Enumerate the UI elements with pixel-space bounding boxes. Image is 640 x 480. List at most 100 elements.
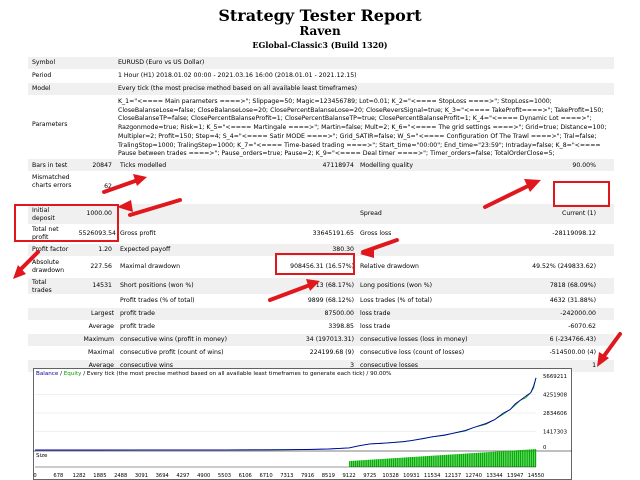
x-tick-label: 13947 xyxy=(507,473,524,479)
x-tick-label: 1885 xyxy=(93,473,106,479)
size-label: Size xyxy=(36,453,48,459)
size-bar xyxy=(424,456,427,467)
size-bar xyxy=(352,460,355,467)
size-bar xyxy=(498,451,501,467)
x-tick-label: 12137 xyxy=(445,473,462,479)
arrow-deposit-head xyxy=(117,200,133,212)
size-bar xyxy=(411,456,414,467)
size-bar xyxy=(515,450,518,467)
x-tick-label: 4297 xyxy=(176,473,189,479)
arrow-deposit-line xyxy=(128,198,182,217)
size-bar xyxy=(485,452,487,467)
size-bar xyxy=(472,453,474,467)
size-bar xyxy=(506,450,508,467)
size-bar xyxy=(407,457,410,467)
arrow-maxdd-line xyxy=(361,238,399,254)
size-bar xyxy=(419,456,421,467)
size-bar xyxy=(527,449,529,467)
size-bar xyxy=(521,449,523,467)
size-bar xyxy=(415,456,417,467)
size-bar xyxy=(438,455,440,467)
size-bar xyxy=(494,451,497,467)
size-bar xyxy=(466,453,469,467)
x-tick-label: 5503 xyxy=(218,473,231,479)
size-bar xyxy=(366,459,368,467)
x-tick-label: 7916 xyxy=(301,473,314,479)
x-tick-label: 6710 xyxy=(259,473,272,479)
size-bar xyxy=(453,454,455,467)
size-bar xyxy=(369,459,372,467)
size-bar xyxy=(405,457,408,467)
size-bar xyxy=(350,460,353,467)
arrow-chart-line xyxy=(602,332,622,358)
x-tick-label: 6106 xyxy=(239,473,252,479)
size-bar xyxy=(447,454,450,467)
size-bar xyxy=(368,459,370,467)
arrow-short-line xyxy=(268,283,312,302)
chart-caption: Balance / Equity / Every tick (the most … xyxy=(36,371,391,377)
size-bar xyxy=(523,449,525,467)
size-bar xyxy=(441,455,444,467)
size-bar xyxy=(362,460,364,467)
balance-chart: Balance / Equity / Every tick (the most … xyxy=(33,368,572,480)
size-bar xyxy=(475,452,478,467)
size-bar xyxy=(445,454,448,467)
size-bar xyxy=(481,452,484,467)
size-bar xyxy=(377,459,380,467)
size-bar xyxy=(373,459,376,467)
x-tick-label: 3091 xyxy=(135,473,148,479)
x-tick-label: 14550 xyxy=(528,473,545,479)
size-bar xyxy=(430,455,433,467)
x-tick-label: 7313 xyxy=(280,473,293,479)
size-bar xyxy=(436,455,438,467)
caption-balance: Balance xyxy=(36,371,59,377)
x-tick-label: 4900 xyxy=(197,473,210,479)
x-tick-label: 10328 xyxy=(382,473,399,479)
size-bar xyxy=(479,452,482,467)
size-bar xyxy=(496,451,499,467)
size-bar xyxy=(532,449,535,467)
y-tick-label: 5669211 xyxy=(543,374,567,380)
size-bar xyxy=(400,457,402,467)
size-bar xyxy=(470,453,472,467)
size-bar xyxy=(360,460,362,467)
size-bar xyxy=(519,450,522,467)
x-tick-label: 10931 xyxy=(403,473,420,479)
size-bar xyxy=(457,454,459,467)
size-bar xyxy=(409,457,412,467)
size-bar xyxy=(375,459,378,467)
size-bar xyxy=(477,452,480,467)
x-tick-label: 0 xyxy=(33,473,36,479)
size-bar xyxy=(422,456,425,467)
size-bar xyxy=(491,451,493,467)
size-bar xyxy=(529,449,531,467)
size-bar xyxy=(356,460,359,467)
size-bar xyxy=(487,452,489,467)
x-tick-label: 13344 xyxy=(486,473,503,479)
size-bar xyxy=(464,453,467,467)
size-bar xyxy=(489,452,491,467)
size-bar xyxy=(404,457,406,467)
size-bar xyxy=(432,455,434,467)
size-bar xyxy=(440,455,442,467)
caption-equity: Equity xyxy=(64,371,82,377)
x-tick-label: 1282 xyxy=(73,473,86,479)
size-bar xyxy=(396,457,398,467)
x-tick-label: 11534 xyxy=(424,473,441,479)
chart-frame xyxy=(33,368,572,480)
size-bar xyxy=(392,458,395,467)
size-bar xyxy=(398,457,400,467)
size-bar xyxy=(474,452,476,467)
x-tick-label: 12740 xyxy=(465,473,482,479)
arrow-drawdown-line xyxy=(18,250,40,272)
size-bar xyxy=(525,449,527,467)
size-bar xyxy=(385,458,387,467)
size-bar xyxy=(358,460,361,467)
size-bar xyxy=(500,451,503,467)
size-bar xyxy=(379,459,381,467)
size-bar xyxy=(462,453,465,467)
size-bar xyxy=(434,455,436,467)
size-bar xyxy=(534,449,537,467)
size-bar xyxy=(402,457,404,467)
size-bar xyxy=(371,459,374,467)
